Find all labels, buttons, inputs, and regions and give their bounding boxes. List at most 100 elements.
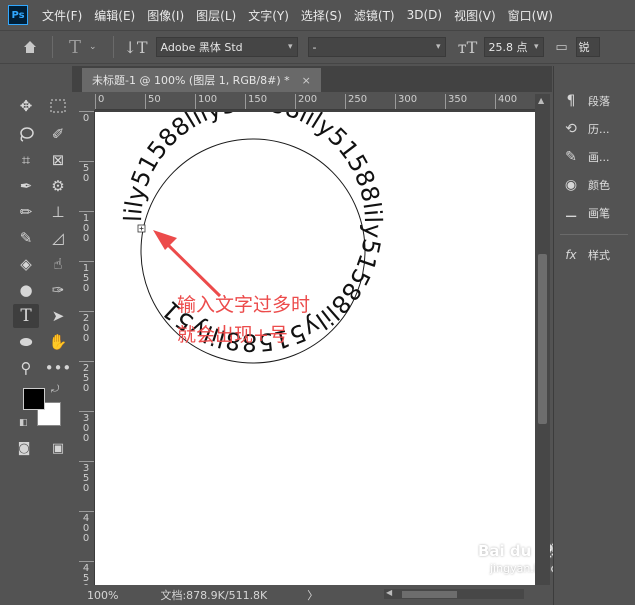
frame-icon[interactable]: ⊠ <box>45 148 71 172</box>
swap-colors-icon[interactable]: ⤾ <box>51 384 59 395</box>
zoom-level[interactable]: 100% <box>87 589 118 602</box>
menu-type[interactable]: 文字(Y) <box>242 7 295 24</box>
lasso-icon[interactable] <box>13 122 39 146</box>
brush-icon: ⚊ <box>564 205 578 221</box>
vertical-scroll-thumb[interactable] <box>538 254 547 424</box>
document-tab-title: 未标题-1 @ 100% (图层 1, RGB/8#) * <box>92 74 290 87</box>
panel-label: 段落 <box>588 95 610 108</box>
menu-filter[interactable]: 滤镜(T) <box>348 7 401 24</box>
annotation-arrow <box>153 230 222 298</box>
chevron-down-icon: ▾ <box>288 42 293 52</box>
ruler-tick: 50 <box>145 94 161 109</box>
menu-select[interactable]: 选择(S) <box>295 7 348 24</box>
history-icon: ⟲ <box>565 121 577 137</box>
status-menu-arrow[interactable]: 〉 <box>307 587 318 603</box>
brush-icon[interactable]: ✏ <box>13 200 39 224</box>
menu-view[interactable]: 视图(V) <box>448 7 502 24</box>
collapsed-panels: ¶ 段落 ⟲ 历... ✎ 画... ◉ 颜色 ⚊ 画笔 fx 样式 <box>553 66 635 605</box>
ruler-tick: 3 0 0 <box>79 411 94 444</box>
eyedropper-icon[interactable]: ✒ <box>13 174 39 198</box>
ellipse-icon[interactable]: ⬬ <box>13 330 39 354</box>
ruler-tick: 100 <box>194 94 218 109</box>
ruler-tick: 150 <box>244 94 268 109</box>
brush-settings-icon: ✎ <box>565 149 577 165</box>
annotation-text: 输入文字过多时 就会出现+号 <box>177 290 310 350</box>
zoom-icon[interactable]: ⚲ <box>13 356 39 380</box>
ruler-tick: 4 0 0 <box>79 511 94 544</box>
panel-brushes[interactable]: ⚊ 画笔 <box>562 200 610 226</box>
fill-icon[interactable]: ◈ <box>13 252 39 276</box>
ruler-tick: 3 5 0 <box>79 461 94 494</box>
foreground-color-swatch[interactable] <box>23 388 45 410</box>
history-brush-icon[interactable]: ✎ <box>13 226 39 250</box>
panel-color[interactable]: ◉ 颜色 <box>562 172 610 198</box>
dodge-icon[interactable]: ● <box>13 278 39 302</box>
pen-icon[interactable]: ✑ <box>45 278 71 302</box>
panel-divider <box>560 234 628 235</box>
font-style-select[interactable]: - ▾ <box>307 37 446 57</box>
scroll-up-icon[interactable]: ▲ <box>538 96 544 105</box>
antialias-select[interactable]: 锐 <box>575 37 600 57</box>
font-size-select[interactable]: 25.8 点 ▾ <box>483 37 544 57</box>
eraser-icon[interactable]: ◿ <box>45 226 71 250</box>
type-icon[interactable]: T <box>13 304 39 328</box>
marquee-icon[interactable] <box>45 94 71 118</box>
screen-mode-icon[interactable]: ▣ <box>45 436 71 460</box>
ruler-tick: 1 0 0 <box>79 211 94 244</box>
ruler-tick: 1 5 0 <box>79 261 94 294</box>
quick-mask-icon[interactable]: ◙ <box>11 436 37 460</box>
horizontal-scroll-thumb[interactable] <box>402 591 457 598</box>
font-style-value: - <box>312 40 317 54</box>
type-tool-preset-icon[interactable]: T <box>61 34 89 60</box>
menu-image[interactable]: 图像(I) <box>141 7 190 24</box>
scroll-left-icon[interactable]: ◀ <box>386 588 392 597</box>
ruler-tick: 2 0 0 <box>79 311 94 344</box>
status-bar: 100% 文档:878.9K/511.8K 〉 ◀ <box>79 585 550 605</box>
options-bar: T ⌄ ↓T Adobe 黑体 Std ▾ - ▾ тT 25.8 点 ▾ ▭ … <box>0 30 635 64</box>
ruler-corner <box>79 94 95 110</box>
ruler-tick: 250 <box>344 94 368 109</box>
document-tab-strip: 未标题-1 @ 100% (图层 1, RGB/8#) * × <box>72 66 552 92</box>
default-colors-icon[interactable]: ◧ <box>19 418 28 428</box>
ruler-tick: 350 <box>444 94 468 109</box>
text-orientation-icon[interactable]: ↓T <box>122 34 150 60</box>
overflow-plus-marker <box>137 224 146 233</box>
tools-panel: ✥ ✐ ⌗ ⊠ ✒ ⚙ ✏ ⊥ ✎ ◿ ◈ ☝ ● ✑ T ➤ ⬬ ✋ ⚲ ••… <box>7 66 71 466</box>
font-family-select[interactable]: Adobe 黑体 Std ▾ <box>155 37 298 57</box>
vertical-scrollbar[interactable]: ▲ <box>535 94 550 585</box>
panel-paragraph[interactable]: ¶ 段落 <box>562 88 610 114</box>
menu-window[interactable]: 窗口(W) <box>502 7 559 24</box>
move-icon[interactable]: ✥ <box>13 94 39 118</box>
stamp-icon[interactable]: ⊥ <box>45 200 71 224</box>
panel-history[interactable]: ⟲ 历... <box>562 116 609 142</box>
home-icon[interactable] <box>16 34 44 60</box>
menu-file[interactable]: 文件(F) <box>36 7 88 24</box>
menu-3d[interactable]: 3D(D) <box>401 8 448 22</box>
vertical-ruler: 0 5 0 1 0 0 1 5 0 2 0 0 2 5 0 3 0 0 3 5 … <box>79 110 95 585</box>
quick-select-icon[interactable]: ✐ <box>45 122 71 146</box>
spot-heal-icon[interactable]: ⚙ <box>45 174 71 198</box>
horizontal-scrollbar[interactable]: ◀ <box>384 588 524 599</box>
path-select-icon[interactable]: ➤ <box>45 304 71 328</box>
font-family-value: Adobe 黑体 Std <box>160 41 243 54</box>
panel-label: 画... <box>588 151 610 164</box>
panel-label: 样式 <box>588 249 610 262</box>
crop-icon[interactable]: ⌗ <box>13 148 39 172</box>
panel-brush-settings[interactable]: ✎ 画... <box>562 144 610 170</box>
photoshop-logo: Ps <box>8 5 28 25</box>
menu-edit[interactable]: 编辑(E) <box>88 7 141 24</box>
hand-icon[interactable]: ✋ <box>45 330 71 354</box>
ruler-tick: 0 <box>95 94 105 109</box>
close-icon[interactable]: × <box>302 74 311 87</box>
more-icon[interactable]: ••• <box>45 356 72 380</box>
document-tab[interactable]: 未标题-1 @ 100% (图层 1, RGB/8#) * × <box>82 68 321 92</box>
blur-icon[interactable]: ☝ <box>45 252 71 276</box>
document-canvas[interactable]: lily51588lily51588lily51588lily51588lily… <box>95 88 535 585</box>
panel-styles[interactable]: fx 样式 <box>562 242 610 268</box>
separator <box>52 36 53 58</box>
menu-bar: Ps 文件(F) 编辑(E) 图像(I) 图层(L) 文字(Y) 选择(S) 滤… <box>0 0 635 30</box>
menu-layer[interactable]: 图层(L) <box>190 7 242 24</box>
chevron-down-icon[interactable]: ⌄ <box>89 42 97 52</box>
canvas-artwork: lily51588lily51588lily51588lily51588lily… <box>119 88 387 364</box>
font-size-icon: тT <box>457 37 478 57</box>
